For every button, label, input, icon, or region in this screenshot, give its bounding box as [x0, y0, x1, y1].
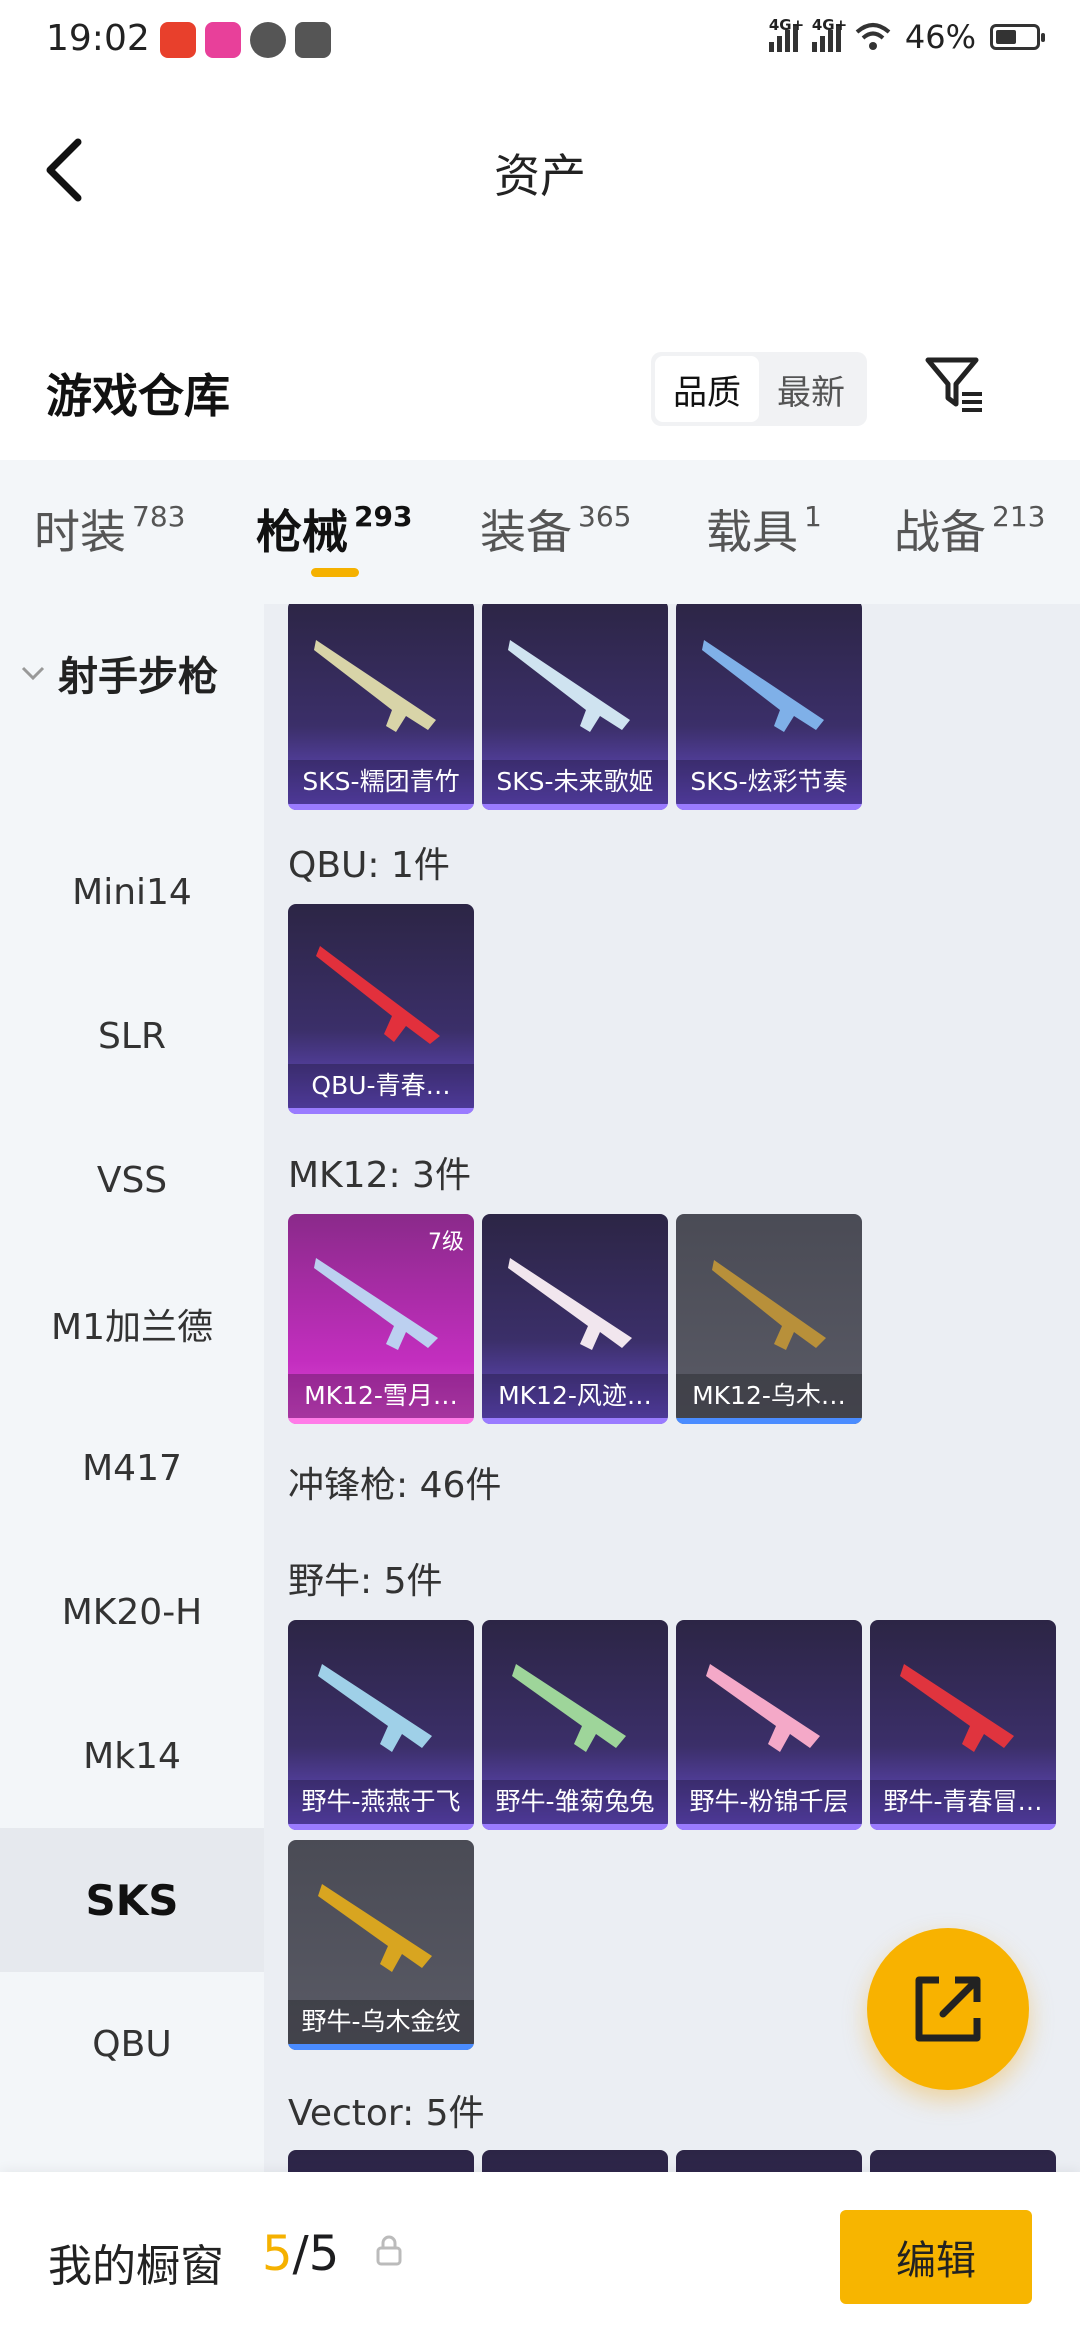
showcase-count: 5/5: [262, 2226, 340, 2282]
tab-fashion[interactable]: 时装 783: [34, 496, 185, 562]
weapon-card[interactable]: MK12-乌木…: [676, 1214, 862, 1424]
tab-equipment[interactable]: 装备 365: [480, 496, 631, 562]
sort-quality-button[interactable]: 品质: [655, 356, 759, 422]
rifle-icon: [702, 640, 824, 732]
status-time: 19:02: [46, 18, 150, 59]
smg-icon: [900, 1664, 1014, 1752]
status-bar: 19:02 4G+ 4G+ 46%: [0, 0, 1080, 84]
smg-icon: [318, 1884, 432, 1972]
sidebar-item-m1-garand[interactable]: M1加兰德: [0, 1252, 264, 1396]
sidebar-item-vss[interactable]: VSS: [0, 1108, 264, 1252]
filter-button[interactable]: [922, 352, 988, 418]
app-notification-icon: [205, 22, 241, 58]
tab-supplies[interactable]: 战备 213: [894, 496, 1045, 562]
showcase-label: 我的橱窗: [48, 2241, 224, 2292]
weapon-card[interactable]: 7级 MK12-雪月…: [288, 1214, 474, 1424]
group-label-qbu: QBU: 1件: [288, 845, 450, 886]
weapon-card[interactable]: [288, 2150, 474, 2174]
battery-percent: 46%: [904, 18, 976, 56]
share-button[interactable]: [867, 1928, 1029, 2090]
weapon-card[interactable]: 野牛-燕燕于飞: [288, 1620, 474, 1830]
chevron-down-icon: [21, 666, 45, 681]
sidebar-item-mk14[interactable]: Mk14: [0, 1684, 264, 1828]
weapon-card[interactable]: SKS-炫彩节奏: [676, 604, 862, 810]
weapon-card[interactable]: QBU-青春…: [288, 904, 474, 1114]
weapon-card[interactable]: [870, 2150, 1056, 2174]
weapon-card[interactable]: SKS-糯团青竹: [288, 604, 474, 810]
rifle-icon: [712, 1260, 826, 1350]
lock-icon: [376, 2235, 402, 2266]
tab-vehicles[interactable]: 载具 1: [706, 496, 822, 562]
group-label-bizon: 野牛: 5件: [288, 1561, 443, 1602]
sidebar-item-sks[interactable]: SKS: [0, 1828, 264, 1972]
sidebar-item-m417[interactable]: M417: [0, 1396, 264, 1540]
wifi-icon: [855, 23, 891, 50]
edit-button[interactable]: 编辑: [840, 2210, 1032, 2304]
battery-icon: [990, 24, 1045, 50]
app-notification-icon: [250, 22, 286, 58]
smg-icon: [318, 1664, 432, 1752]
weapon-card[interactable]: SKS-未来歌姬: [482, 604, 668, 810]
warehouse-title: 游戏仓库: [46, 369, 230, 423]
active-tab-indicator: [311, 568, 359, 577]
weapon-card[interactable]: 野牛-乌木金纹: [288, 1840, 474, 2050]
taobao-notification-icon: [295, 22, 331, 58]
weapon-card[interactable]: 野牛-粉锦千层: [676, 1620, 862, 1830]
tab-firearms[interactable]: 枪械 293: [256, 496, 412, 562]
sort-toggle: 品质 最新: [651, 352, 867, 426]
group-label-vector: Vector: 5件: [288, 2093, 485, 2134]
category-tabs: 时装 783 枪械 293 装备 365 载具 1 战备 213: [0, 460, 1080, 604]
signal-icon: 4G+: [768, 16, 804, 52]
weapon-type-sidebar: 射手步枪 Mini14 SLR VSS M1加兰德 M417 MK20-H Mk…: [0, 604, 264, 2209]
weapon-card[interactable]: 野牛-雏菊兔兔: [482, 1620, 668, 1830]
sidebar-group-marksman[interactable]: 射手步枪: [20, 644, 218, 702]
weapon-card[interactable]: 野牛-青春冒…: [870, 1620, 1056, 1830]
group-label-smg: 冲锋枪: 46件: [288, 1465, 502, 1506]
filter-icon: [925, 357, 982, 412]
sidebar-item-mini14[interactable]: Mini14: [0, 820, 264, 964]
sidebar-item-mk20h[interactable]: MK20-H: [0, 1540, 264, 1684]
share-icon: [915, 1976, 981, 2042]
group-label-mk12: MK12: 3件: [288, 1155, 471, 1196]
weapon-card[interactable]: [676, 2150, 862, 2174]
smg-icon: [706, 1664, 820, 1752]
sidebar-item-slr[interactable]: SLR: [0, 964, 264, 1108]
sort-newest-button[interactable]: 最新: [759, 356, 863, 422]
sidebar-item-qbu[interactable]: QBU: [0, 1972, 264, 2116]
rifle-icon: [314, 640, 436, 732]
app-notification-icon: [160, 22, 196, 58]
weapon-card[interactable]: MK12-风迹…: [482, 1214, 668, 1424]
rifle-icon: [508, 640, 630, 732]
smg-icon: [512, 1664, 626, 1752]
rifle-icon: [316, 946, 440, 1044]
rifle-icon: [508, 1258, 632, 1350]
weapon-card[interactable]: [482, 2150, 668, 2174]
page-title: 资产: [494, 149, 586, 203]
showcase-bar: 我的橱窗 5/5 编辑: [0, 2172, 1080, 2340]
weapon-level-badge: 7级: [428, 1230, 464, 1255]
signal-icon: 4G+: [811, 16, 847, 52]
